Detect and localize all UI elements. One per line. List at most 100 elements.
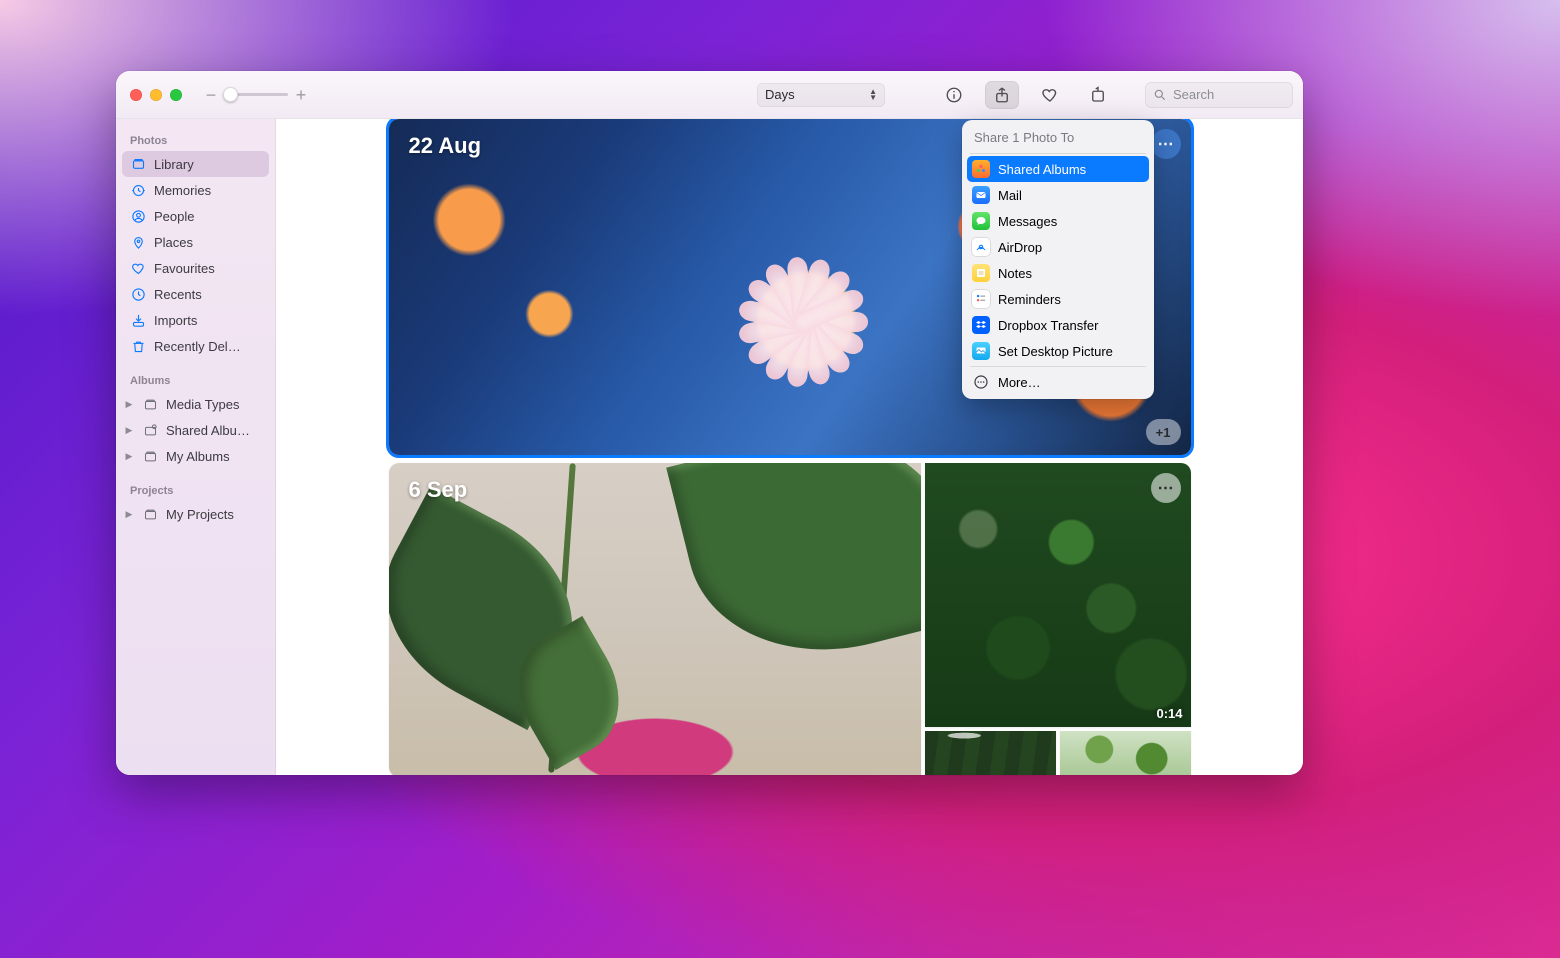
airdrop-icon: [972, 238, 990, 256]
day-main-photo[interactable]: 6 Sep: [389, 463, 921, 775]
share-item-dropbox-transfer[interactable]: Dropbox Transfer: [962, 312, 1154, 338]
view-mode-popup[interactable]: Days ▲▼: [757, 83, 885, 107]
album-icon: [142, 396, 158, 412]
day-side-photo-2[interactable]: [925, 731, 1056, 775]
share-item-more[interactable]: More…: [962, 369, 1154, 395]
sidebar: Photos Library Memories People Places Fa…: [116, 119, 276, 775]
sidebar-item-label: People: [154, 209, 194, 224]
window-controls: [130, 89, 182, 101]
chevron-right-icon: ▶: [124, 399, 134, 410]
share-item-airdrop[interactable]: AirDrop: [962, 234, 1154, 260]
sidebar-item-memories[interactable]: Memories: [122, 177, 269, 203]
minimize-window-button[interactable]: [150, 89, 162, 101]
share-item-label: AirDrop: [998, 240, 1042, 255]
share-item-reminders[interactable]: Reminders: [962, 286, 1154, 312]
share-item-shared-albums[interactable]: Shared Albums: [967, 156, 1149, 182]
sidebar-item-favourites[interactable]: Favourites: [122, 255, 269, 281]
sidebar-item-label: My Projects: [166, 507, 234, 522]
share-item-label: Reminders: [998, 292, 1061, 307]
search-placeholder: Search: [1173, 87, 1214, 102]
photos-app-window: − + Days ▲▼ Search: [116, 71, 1303, 775]
zoom-slider-thumb[interactable]: [223, 87, 238, 102]
sidebar-item-label: Recents: [154, 287, 202, 302]
zoom-out-button[interactable]: −: [204, 86, 218, 104]
share-item-set-desktop[interactable]: Set Desktop Picture: [962, 338, 1154, 364]
close-window-button[interactable]: [130, 89, 142, 101]
sidebar-item-my-projects[interactable]: ▶ My Projects: [122, 501, 269, 527]
share-item-mail[interactable]: Mail: [962, 182, 1154, 208]
share-popover-header: Share 1 Photo To: [962, 126, 1154, 151]
sidebar-item-label: Recently Del…: [154, 339, 241, 354]
photo-decoration: [661, 220, 934, 405]
day-side-photo-3[interactable]: [1060, 731, 1191, 775]
info-button[interactable]: [937, 81, 971, 109]
search-field[interactable]: Search: [1145, 82, 1293, 108]
sidebar-item-imports[interactable]: Imports: [122, 307, 269, 333]
share-button[interactable]: [985, 81, 1019, 109]
mail-icon: [972, 186, 990, 204]
chevron-right-icon: ▶: [124, 425, 134, 436]
notes-icon: [972, 264, 990, 282]
share-popover: Share 1 Photo To Shared Albums Mail Mess…: [962, 120, 1154, 399]
share-item-label: Dropbox Transfer: [998, 318, 1098, 333]
divider: [970, 366, 1146, 367]
zoom-in-button[interactable]: +: [294, 86, 308, 104]
memories-icon: [130, 182, 146, 198]
sidebar-section-photos: Photos: [122, 129, 269, 151]
toolbar: − + Days ▲▼ Search: [116, 71, 1303, 119]
heart-icon: [130, 260, 146, 276]
sidebar-item-library[interactable]: Library: [122, 151, 269, 177]
share-item-label: More…: [998, 375, 1041, 390]
sidebar-item-recently-deleted[interactable]: Recently Del…: [122, 333, 269, 359]
fullscreen-window-button[interactable]: [170, 89, 182, 101]
sidebar-item-label: Favourites: [154, 261, 215, 276]
sidebar-item-people[interactable]: People: [122, 203, 269, 229]
day-side-photo-row: [925, 731, 1191, 775]
shared-albums-icon: [972, 160, 990, 178]
day-more-button[interactable]: ⋯: [1151, 129, 1181, 159]
day-more-button[interactable]: ⋯: [1151, 473, 1181, 503]
share-item-messages[interactable]: Messages: [962, 208, 1154, 234]
favourite-button[interactable]: [1033, 81, 1067, 109]
video-duration: 0:14: [1156, 706, 1182, 721]
sidebar-item-label: Shared Albu…: [166, 423, 250, 438]
share-item-label: Mail: [998, 188, 1022, 203]
sidebar-item-media-types[interactable]: ▶ Media Types: [122, 391, 269, 417]
pin-icon: [130, 234, 146, 250]
day-card-6-sep: 6 Sep ⋯ 0:14: [389, 463, 1191, 775]
reminders-icon: [972, 290, 990, 308]
day-title: 22 Aug: [409, 133, 482, 159]
library-icon: [130, 156, 146, 172]
photo-thumbnail: [925, 731, 1056, 775]
share-item-label: Messages: [998, 214, 1057, 229]
share-item-label: Notes: [998, 266, 1032, 281]
shared-album-icon: [142, 422, 158, 438]
sidebar-item-label: Places: [154, 235, 193, 250]
sidebar-item-label: Imports: [154, 313, 197, 328]
trash-icon: [130, 338, 146, 354]
clock-icon: [130, 286, 146, 302]
chevron-right-icon: ▶: [124, 509, 134, 520]
stepper-icon: ▲▼: [869, 89, 877, 101]
sidebar-item-shared-albums[interactable]: ▶ Shared Albu…: [122, 417, 269, 443]
sidebar-item-label: Media Types: [166, 397, 239, 412]
view-mode-label: Days: [765, 87, 795, 102]
day-side-photo-1[interactable]: ⋯ 0:14: [925, 463, 1191, 727]
share-item-notes[interactable]: Notes: [962, 260, 1154, 286]
sidebar-item-places[interactable]: Places: [122, 229, 269, 255]
search-icon: [1153, 88, 1167, 102]
zoom-slider[interactable]: [224, 93, 288, 96]
desktop-picture-icon: [972, 342, 990, 360]
sidebar-item-my-albums[interactable]: ▶ My Albums: [122, 443, 269, 469]
dropbox-icon: [972, 316, 990, 334]
more-icon: [972, 373, 990, 391]
photo-thumbnail: [925, 463, 1191, 727]
day-title: 6 Sep: [409, 477, 468, 503]
day-extra-count[interactable]: +1: [1146, 419, 1181, 445]
zoom-slider-group: − +: [204, 86, 308, 104]
rotate-button[interactable]: [1081, 81, 1115, 109]
toolbar-actions: [937, 81, 1115, 109]
messages-icon: [972, 212, 990, 230]
sidebar-item-recents[interactable]: Recents: [122, 281, 269, 307]
sidebar-item-label: Memories: [154, 183, 211, 198]
